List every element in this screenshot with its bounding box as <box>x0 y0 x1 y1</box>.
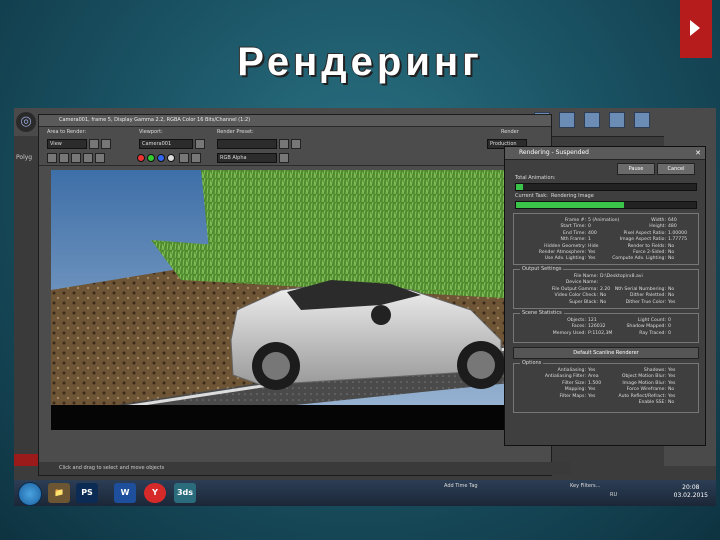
renderer-rollout[interactable]: Default Scanline Renderer <box>513 347 699 359</box>
print-icon[interactable] <box>83 153 93 163</box>
common-l2: Compute Adv. Lighting: <box>612 256 666 262</box>
clock[interactable]: 20:08 03.02.2015 <box>674 484 708 500</box>
current-progress-fill <box>516 202 624 208</box>
common-l: Use Adv. Lighting: <box>544 256 586 262</box>
save-image-icon[interactable] <box>47 153 57 163</box>
toolbar-icon[interactable] <box>559 112 576 128</box>
common-row: Use Adv. Lighting: Yes Compute Adv. Lighti… <box>514 256 698 262</box>
photoshop-icon[interactable]: PS <box>76 483 98 503</box>
current-task-label: Current Task: <box>515 193 548 199</box>
render-label: Render <box>501 129 519 135</box>
total-animation-label: Total Animation: <box>515 175 556 181</box>
common-parameters-group: Frame #: 5 (Animation) Width: 640 Start Time… <box>513 213 699 265</box>
slide-title: Рендеринг <box>237 40 483 84</box>
current-task-value: Rendering Image <box>551 193 594 199</box>
current-progress-bar <box>515 201 697 209</box>
toolbar-icon[interactable] <box>609 112 626 128</box>
viewport-dropdown[interactable]: Camera001 <box>139 139 193 149</box>
side-label: Polyg <box>16 154 33 161</box>
setup-icon[interactable] <box>279 139 289 149</box>
total-progress-fill <box>516 184 524 190</box>
rendering-dialog: Rendering - Suspended ✕ Pause Cancel Tot… <box>504 146 706 446</box>
renderer-options-group: Options Antialiasing: Yes Shadows: Yes Antia… <box>513 360 699 413</box>
scene-r: P:1102,3M <box>588 330 613 336</box>
blue-channel-icon[interactable] <box>157 154 165 162</box>
screenshot: ◎ Polyg Camera001, frame 5, Display Gamm… <box>14 108 716 506</box>
cancel-button[interactable]: Cancel <box>657 163 695 175</box>
start-button[interactable] <box>18 482 42 506</box>
color-swatch-icon[interactable] <box>191 153 201 163</box>
toggle-ui-icon[interactable] <box>279 153 289 163</box>
3dsmax-taskbar-icon[interactable]: 3ds <box>174 483 196 503</box>
common-r2: No <box>668 256 675 262</box>
area-label: Area to Render: <box>47 129 87 135</box>
edit-region-icon[interactable] <box>89 139 99 149</box>
rendering-dialog-title: Rendering - Suspended ✕ <box>505 147 705 160</box>
frame-toolbar: Area to Render: View Viewport: Camera001… <box>39 127 551 166</box>
scene-statistics-title: Scene Statistics <box>520 310 564 316</box>
scene-l2: Ray Traced: <box>639 330 666 336</box>
options-r2: No <box>668 399 675 405</box>
3dsmax-logo-icon[interactable]: ◎ <box>16 112 36 132</box>
yandex-browser-icon[interactable]: Y <box>144 483 166 503</box>
output-settings-group: Output Settings File Name: D:\Desktop\rx8… <box>513 266 699 309</box>
output-r: No <box>600 299 607 305</box>
total-progress-bar <box>515 183 697 191</box>
alpha-channel-icon[interactable] <box>167 154 175 162</box>
key-filters[interactable]: Key Filters... <box>570 483 600 489</box>
lock-icon[interactable] <box>195 139 205 149</box>
auto-region-icon[interactable] <box>101 139 111 149</box>
frame-window-title: Camera001, frame 5, Display Gamma 2.2, R… <box>39 115 551 127</box>
windows-taskbar: 📁 PS W Y 3ds Add Time Tag Key Filters...… <box>14 480 716 506</box>
clock-date: 03.02.2015 <box>673 492 708 499</box>
scene-r2: 0 <box>668 330 671 336</box>
scene-statistics-group: Scene Statistics Objects: 121 Light Count:… <box>513 310 699 343</box>
rendered-frame-window: Camera001, frame 5, Display Gamma 2.2, R… <box>38 114 571 476</box>
clock-time: 20:08 <box>682 484 700 491</box>
clear-icon[interactable] <box>95 153 105 163</box>
options-title: Options <box>520 360 544 366</box>
scene-row: Memory Used: P:1102,3M Ray Traced: 0 <box>514 331 698 337</box>
output-l2: Dither True Color: <box>625 299 666 305</box>
preset-label: Render Preset: <box>217 129 254 135</box>
clone-frame-icon[interactable] <box>71 153 81 163</box>
toolbar-icon[interactable] <box>634 112 651 128</box>
viewport-label: Viewport: <box>139 129 163 135</box>
environment-icon[interactable] <box>291 139 301 149</box>
channel-dropdown[interactable]: RGB Alpha <box>217 153 277 163</box>
scene-l: Memory Used: <box>552 330 586 336</box>
output-row: Super Black: No Dither True Color: Yes <box>514 300 698 306</box>
area-dropdown[interactable]: View <box>47 139 87 149</box>
rendering-title-text: Rendering - Suspended <box>519 149 589 156</box>
options-row: Enable SSE: No <box>514 400 698 406</box>
red-channel-icon[interactable] <box>137 154 145 162</box>
preset-dropdown[interactable] <box>217 139 277 149</box>
language-indicator[interactable]: RU <box>610 492 617 498</box>
output-settings-title: Output Settings <box>520 266 564 272</box>
add-time-tag[interactable]: Add Time Tag <box>444 483 478 489</box>
common-r: Yes <box>588 256 596 262</box>
monochrome-icon[interactable] <box>179 153 189 163</box>
copy-image-icon[interactable] <box>59 153 69 163</box>
arrow-right-icon <box>690 20 700 36</box>
output-l: Super Black: <box>569 299 598 305</box>
explorer-icon[interactable]: 📁 <box>48 483 70 503</box>
slide-nav-arrow[interactable] <box>680 0 712 58</box>
close-icon[interactable]: ✕ <box>695 147 701 159</box>
rendered-image <box>51 170 539 430</box>
toolbar-icon[interactable] <box>584 112 601 128</box>
word-icon[interactable]: W <box>114 483 136 503</box>
frame-status-text: Click and drag to select and move object… <box>39 462 571 475</box>
pause-button[interactable]: Pause <box>617 163 655 175</box>
options-l2: Enable SSE: <box>638 399 666 405</box>
output-r2: Yes <box>668 299 676 305</box>
car-render-image <box>51 170 539 430</box>
green-channel-icon[interactable] <box>147 154 155 162</box>
